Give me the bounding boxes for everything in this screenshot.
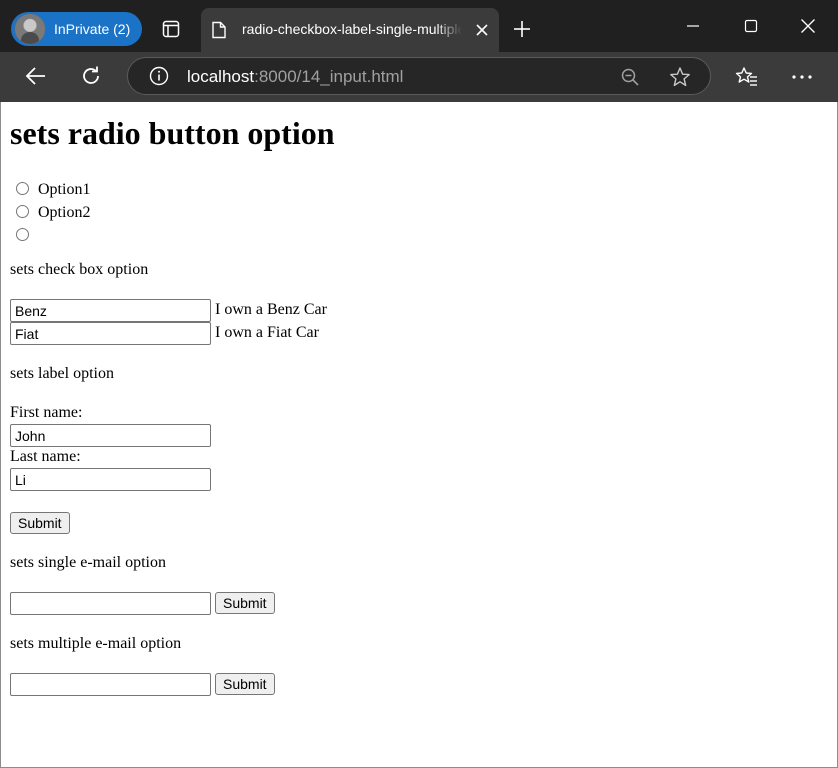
address-bar[interactable]: localhost:8000/14_input.html	[127, 57, 711, 95]
info-icon[interactable]	[149, 66, 169, 86]
fiat-input[interactable]	[10, 322, 211, 345]
radio-option1[interactable]	[16, 182, 29, 195]
radio-option3[interactable]	[16, 228, 29, 241]
tab-title: radio-checkbox-label-single-multiple	[242, 21, 462, 37]
minimize-icon[interactable]	[681, 14, 705, 38]
url-path: :8000/14_input.html	[254, 67, 404, 86]
document-icon	[212, 21, 226, 39]
radio-option2[interactable]	[16, 205, 29, 218]
tab-strip: InPrivate (2) radio-checkbox-label-singl…	[0, 0, 838, 52]
page-title: sets radio button option	[10, 115, 335, 151]
star-icon[interactable]	[669, 66, 691, 88]
browser-chrome: InPrivate (2) radio-checkbox-label-singl…	[0, 0, 838, 102]
tab-active[interactable]: radio-checkbox-label-single-multiple	[201, 8, 499, 52]
window-close-icon[interactable]	[796, 14, 820, 38]
benz-input[interactable]	[10, 299, 211, 322]
multiple-email-title: sets multiple e-mail option	[10, 635, 182, 652]
multiple-email-field[interactable]	[10, 673, 211, 696]
url-host: localhost	[187, 67, 255, 86]
first-name-field[interactable]	[10, 424, 211, 447]
label-section-title: sets label option	[10, 365, 114, 382]
avatar	[14, 13, 46, 45]
navigation-toolbar: localhost:8000/14_input.html	[0, 52, 838, 102]
benz-label: I own a Benz Car	[215, 301, 327, 318]
favorites-icon[interactable]	[735, 65, 759, 89]
url-text[interactable]: localhost:8000/14_input.html	[187, 67, 403, 87]
single-email-submit-button[interactable]: Submit	[215, 592, 275, 614]
multiple-email-submit-button[interactable]: Submit	[215, 673, 275, 695]
close-icon[interactable]	[474, 22, 490, 38]
page-content: sets radio button option Option1 Option2…	[10, 102, 828, 762]
name-submit-button[interactable]: Submit	[10, 512, 70, 534]
back-arrow-icon[interactable]	[24, 64, 48, 88]
fiat-label: I own a Fiat Car	[215, 324, 319, 341]
last-name-field[interactable]	[10, 468, 211, 491]
maximize-icon[interactable]	[739, 14, 763, 38]
single-email-field[interactable]	[10, 592, 211, 615]
profile-button[interactable]: InPrivate (2)	[11, 12, 142, 46]
radio-option1-label: Option1	[38, 181, 91, 198]
radio-option2-label: Option2	[38, 204, 91, 221]
reload-icon[interactable]	[79, 64, 103, 88]
tab-actions-icon[interactable]	[162, 20, 180, 38]
more-icon[interactable]	[790, 65, 814, 89]
profile-label: InPrivate (2)	[54, 21, 131, 37]
zoom-out-icon[interactable]	[620, 67, 640, 87]
first-name-label: First name:	[10, 404, 83, 421]
last-name-label: Last name:	[10, 448, 81, 465]
checkbox-section-title: sets check box option	[10, 261, 149, 278]
plus-icon[interactable]	[512, 19, 532, 39]
single-email-title: sets single e-mail option	[10, 554, 166, 571]
